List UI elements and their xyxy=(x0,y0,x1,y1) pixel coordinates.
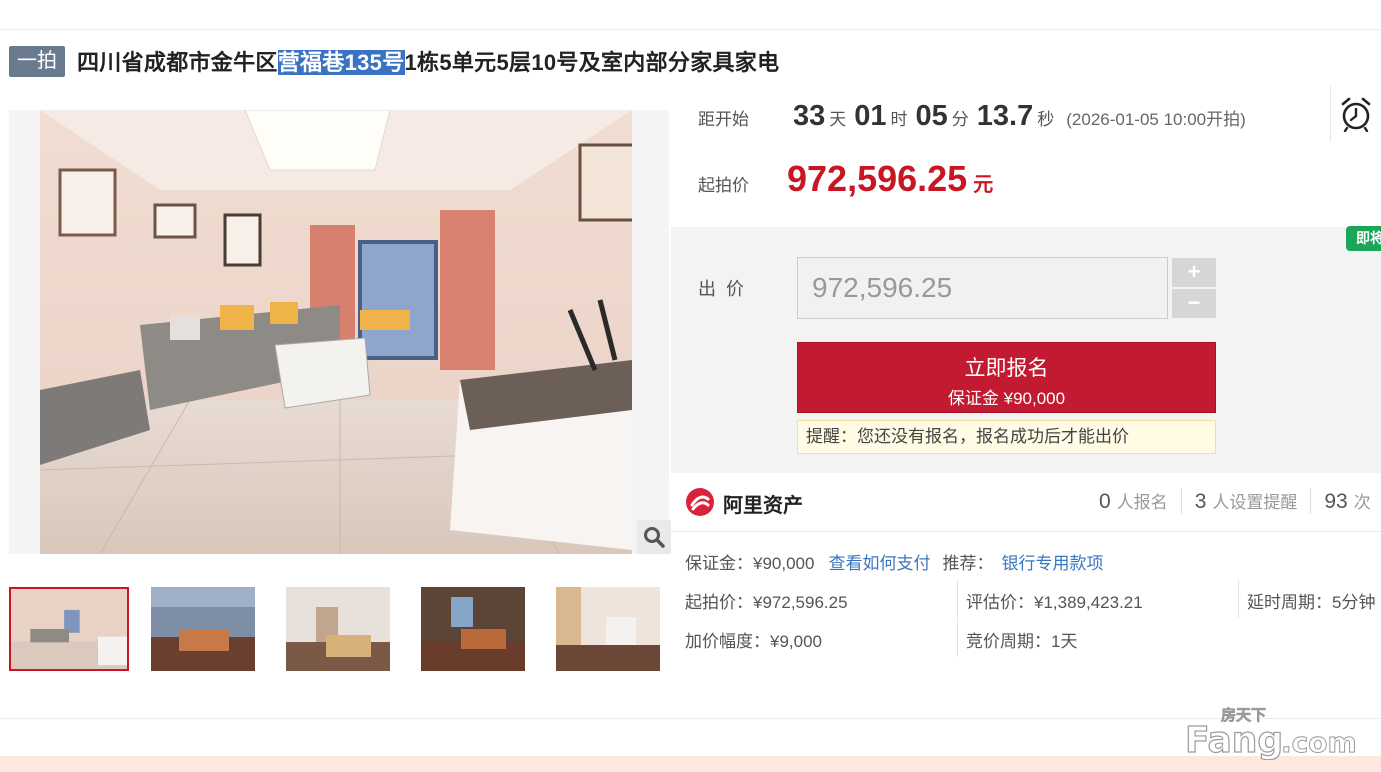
top-divider xyxy=(0,29,1381,30)
bank-account-link[interactable]: 银行专用款项 xyxy=(1001,549,1103,574)
thumbnail-living-room[interactable] xyxy=(9,587,129,671)
reminder-label: 人设置提醒 xyxy=(1212,493,1298,512)
countdown: 距开始 33 天 01 时 05 分 13.7 秒 (2026-01-05 10… xyxy=(698,100,1246,144)
bid-amount-input[interactable] xyxy=(797,257,1168,319)
platform-name: 阿里资产 xyxy=(723,495,803,517)
fang-watermark-logo: 房天下 Fang .com xyxy=(1184,706,1357,760)
detail-delay-period: 延时周期：5分钟 xyxy=(1247,593,1376,612)
countdown-seconds: 13.7 xyxy=(976,100,1034,132)
title-address-part2: 1栋5单元5层10号及室内部分家具家电 xyxy=(404,50,780,75)
svg-text:Fang: Fang xyxy=(1185,720,1283,760)
registered-count: 0 xyxy=(1099,490,1111,513)
detail-start-price: 起拍价：¥972,596.25 xyxy=(685,593,848,612)
bid-label: 出价 xyxy=(698,279,754,299)
platform-row: 阿里资产 0 人报名 3 人设置提醒 93 次 xyxy=(671,474,1381,532)
increase-bid-button[interactable]: + xyxy=(1172,258,1216,287)
registered-label: 人报名 xyxy=(1116,493,1168,512)
countdown-seconds-unit: 秒 xyxy=(1037,110,1055,129)
countdown-hours-unit: 时 xyxy=(890,110,908,129)
countdown-minutes-unit: 分 xyxy=(951,110,969,129)
starting-price-row: 起拍价 972,596.25 元 xyxy=(698,158,993,200)
registration-notice: 提醒：您还没有报名，报名成功后才能出价 xyxy=(797,420,1216,454)
detail-bid-period: 竞价周期：1天 xyxy=(966,632,1078,651)
auction-stats: 0 人报名 3 人设置提醒 93 次 xyxy=(1099,488,1371,514)
title-address-part1: 四川省成都市金牛区 xyxy=(77,50,278,75)
views-label: 次 xyxy=(1353,493,1371,512)
countdown-days-unit: 天 xyxy=(829,110,847,129)
starting-price-unit: 元 xyxy=(973,174,994,196)
register-button-label: 立即报名 xyxy=(964,357,1049,380)
magnifier-icon xyxy=(644,527,665,548)
main-photo-frame xyxy=(9,110,671,554)
title-address-highlight: 营福巷135号 xyxy=(277,50,405,75)
detail-divider xyxy=(1238,580,1239,618)
recommend-label: 推荐： xyxy=(942,554,994,573)
register-now-button[interactable]: 立即报名 保证金 ¥90,000 xyxy=(797,342,1216,413)
instant-tag: 即将 xyxy=(1346,226,1381,251)
bid-stepper: + − xyxy=(1172,258,1216,318)
svg-text:.com: .com xyxy=(1281,726,1357,759)
detail-bid-increment: 加价幅度：¥9,000 xyxy=(685,632,822,651)
thumbnail-bedroom-3[interactable] xyxy=(421,587,525,671)
starting-price-value: 972,596.25 xyxy=(787,158,968,199)
auction-title-row: 一拍 四川省成都市金牛区营福巷135号1栋5单元5层10号及室内部分家具家电 xyxy=(9,44,779,78)
bottom-banner-strip xyxy=(0,756,1381,772)
register-button-deposit: 保证金 ¥90,000 xyxy=(947,389,1066,408)
how-to-pay-link[interactable]: 查看如何支付 xyxy=(828,549,930,574)
detail-appraisal-price: 评估价：¥1,389,423.21 xyxy=(966,593,1143,612)
decrease-bid-button[interactable]: − xyxy=(1172,289,1216,318)
detail-divider xyxy=(957,619,958,657)
main-photo[interactable] xyxy=(40,110,632,554)
countdown-days: 33 xyxy=(793,100,826,132)
views-count: 93 xyxy=(1324,490,1348,513)
detail-divider xyxy=(957,580,958,618)
deposit-row: 保证金：¥90,000 查看如何支付 推荐： 银行专用款项 xyxy=(685,549,1103,574)
stat-divider xyxy=(1310,488,1312,514)
set-reminder-button[interactable] xyxy=(1330,86,1381,142)
thumbnail-hallway[interactable] xyxy=(556,587,660,671)
thumbnail-bedroom-1[interactable] xyxy=(151,587,255,671)
alarm-clock-icon xyxy=(1341,97,1371,132)
ali-assets-logo-icon xyxy=(686,488,714,516)
auction-start-time: (2026-01-05 10:00开拍) xyxy=(1066,110,1246,129)
countdown-minutes: 05 xyxy=(915,100,948,132)
auction-title: 四川省成都市金牛区营福巷135号1栋5单元5层10号及室内部分家具家电 xyxy=(77,45,779,77)
reminder-count: 3 xyxy=(1194,490,1207,513)
countdown-hours: 01 xyxy=(854,100,887,132)
auction-round-badge: 一拍 xyxy=(9,45,65,77)
deposit-info: 保证金：¥90,000 xyxy=(685,554,815,573)
countdown-label: 距开始 xyxy=(698,110,749,129)
bottom-divider xyxy=(0,718,1381,719)
starting-price-label: 起拍价 xyxy=(698,176,749,195)
zoom-button[interactable] xyxy=(637,520,671,554)
stat-divider xyxy=(1180,488,1182,514)
thumbnail-bedroom-2[interactable] xyxy=(286,587,390,671)
